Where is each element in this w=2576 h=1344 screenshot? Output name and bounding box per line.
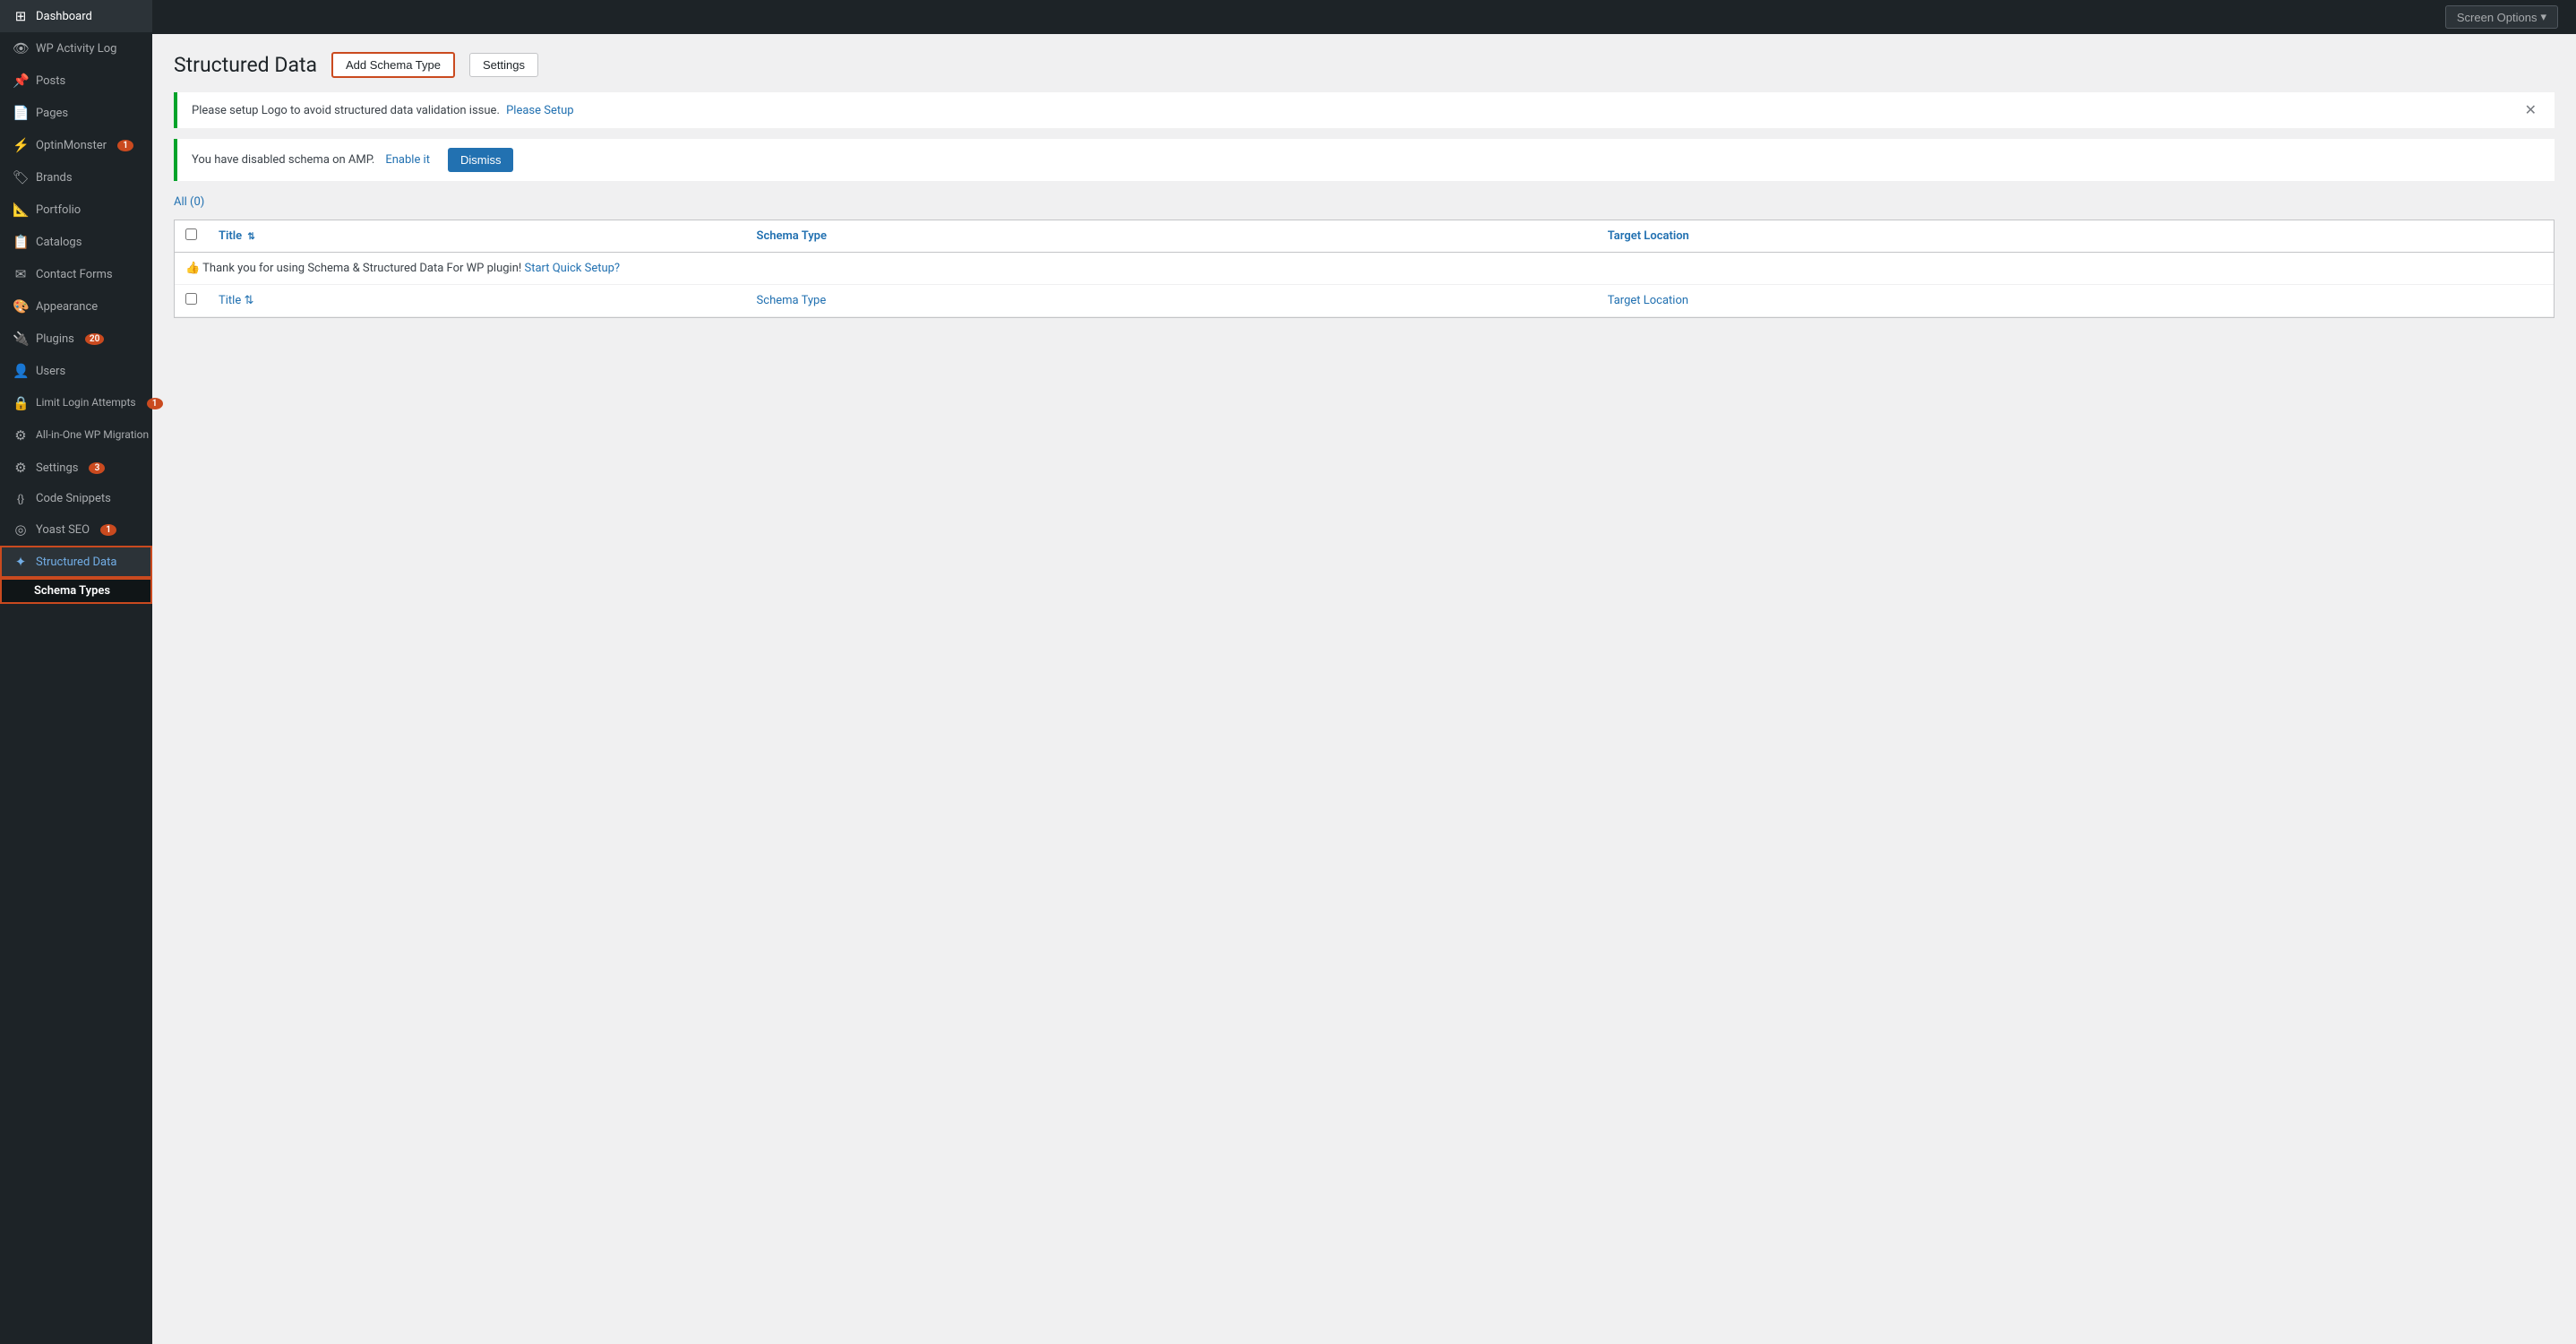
title-sort-icon: ⇅ (247, 232, 254, 242)
catalogs-icon: 📋 (13, 234, 29, 250)
schema-table: Title ⇅ Schema Type Target Location (175, 220, 2554, 317)
activity-log-icon: 👁 (13, 40, 29, 56)
select-all-checkbox[interactable] (185, 228, 197, 240)
chevron-down-icon: ▾ (2540, 10, 2546, 24)
sidebar-item-catalogs[interactable]: 📋 Catalogs (0, 226, 152, 258)
bottom-checkbox-cell (175, 285, 208, 317)
sidebar-item-contact-forms[interactable]: ✉ Contact Forms (0, 258, 152, 290)
bottom-title-sort-icon: ⇅ (244, 294, 253, 307)
screen-options-button[interactable]: Screen Options ▾ (2445, 5, 2558, 29)
sidebar-item-optinmonster[interactable]: ⚡ OptinMonster 1 (0, 129, 152, 161)
plugins-icon: 🔌 (13, 331, 29, 347)
brands-icon: 🏷 (13, 169, 29, 185)
sidebar-item-brands[interactable]: 🏷 Brands (0, 161, 152, 194)
sidebar-item-wp-activity-log[interactable]: 👁 WP Activity Log (0, 32, 152, 65)
enable-it-link[interactable]: Enable it (385, 153, 430, 167)
sidebar-item-users[interactable]: 👤 Users (0, 355, 152, 387)
logo-notice-close-button[interactable]: ✕ (2521, 101, 2540, 119)
sidebar-item-yoast-seo[interactable]: ◎ Yoast SEO 1 (0, 513, 152, 546)
please-setup-link[interactable]: Please Setup (506, 104, 574, 117)
topbar: Screen Options ▾ (152, 0, 2576, 34)
all-in-one-icon: ⚙ (13, 427, 29, 444)
sidebar-item-limit-login[interactable]: 🔒 Limit Login Attempts 1 (0, 387, 152, 419)
sidebar-item-all-in-one[interactable]: ⚙ All-in-One WP Migration (0, 419, 152, 452)
users-icon: 👤 (13, 363, 29, 379)
sidebar-item-portfolio[interactable]: 📐 Portfolio (0, 194, 152, 226)
welcome-message-cell: 👍 Thank you for using Schema & Structure… (175, 253, 2554, 285)
sidebar-item-structured-data[interactable]: ✦ Structured Data (0, 546, 152, 578)
yoast-badge: 1 (100, 524, 116, 536)
sidebar-item-settings[interactable]: ⚙ Settings 3 (0, 452, 152, 484)
sidebar-item-pages[interactable]: 📄 Pages (0, 97, 152, 129)
sidebar: ⊞ Dashboard 👁 WP Activity Log 📌 Posts 📄 … (0, 0, 152, 1344)
bottom-title-cell[interactable]: Title ⇅ (208, 285, 746, 317)
add-schema-type-button[interactable]: Add Schema Type (331, 52, 455, 78)
sidebar-subitem-schema-types[interactable]: Schema Types (0, 578, 152, 604)
bottom-select-all-checkbox[interactable] (185, 293, 197, 305)
content-area: Structured Data Add Schema Type Settings… (152, 34, 2576, 1344)
filter-all-link[interactable]: All (0) (174, 195, 204, 209)
bottom-target-location-cell: Target Location (1597, 285, 2554, 317)
settings-button[interactable]: Settings (469, 53, 538, 77)
dashboard-icon: ⊞ (13, 8, 29, 24)
optinmonster-badge: 1 (117, 140, 133, 151)
quick-setup-link[interactable]: Start Quick Setup? (524, 262, 620, 275)
welcome-message-row: 👍 Thank you for using Schema & Structure… (175, 253, 2554, 285)
thumbs-up-icon: 👍 (185, 262, 200, 275)
dismiss-button[interactable]: Dismiss (448, 148, 514, 172)
portfolio-icon: 📐 (13, 202, 29, 218)
table-header: Title ⇅ Schema Type Target Location (175, 220, 2554, 253)
sidebar-item-dashboard[interactable]: ⊞ Dashboard (0, 0, 152, 32)
amp-notice: You have disabled schema on AMP. Enable … (174, 139, 2555, 181)
code-snippets-icon: {} (13, 493, 29, 505)
settings-badge: 3 (89, 462, 105, 474)
plugins-badge: 20 (85, 333, 104, 345)
contact-forms-icon: ✉ (13, 266, 29, 282)
select-all-header (175, 220, 208, 253)
structured-data-icon: ✦ (13, 554, 29, 570)
sidebar-item-code-snippets[interactable]: {} Code Snippets (0, 484, 152, 513)
yoast-icon: ◎ (13, 521, 29, 538)
optinmonster-icon: ⚡ (13, 137, 29, 153)
table-body: 👍 Thank you for using Schema & Structure… (175, 253, 2554, 317)
limit-login-badge: 1 (147, 398, 163, 409)
table-row-bottom: Title ⇅ Schema Type Target Location (175, 285, 2554, 317)
bottom-schema-type-cell: Schema Type (746, 285, 1597, 317)
limit-login-icon: 🔒 (13, 395, 29, 411)
sidebar-item-plugins[interactable]: 🔌 Plugins 20 (0, 323, 152, 355)
data-table-wrap: Title ⇅ Schema Type Target Location (174, 220, 2555, 318)
target-location-column-header[interactable]: Target Location (1597, 220, 2554, 253)
sidebar-item-posts[interactable]: 📌 Posts (0, 65, 152, 97)
appearance-icon: 🎨 (13, 298, 29, 314)
logo-notice: Please setup Logo to avoid structured da… (174, 92, 2555, 128)
filter-bar: All (0) (174, 195, 2555, 209)
page-header: Structured Data Add Schema Type Settings (174, 52, 2555, 78)
posts-icon: 📌 (13, 73, 29, 89)
schema-type-column-header[interactable]: Schema Type (746, 220, 1597, 253)
page-title: Structured Data (174, 53, 317, 77)
title-column-header[interactable]: Title ⇅ (208, 220, 746, 253)
main-content: Screen Options ▾ Structured Data Add Sch… (152, 0, 2576, 1344)
logo-notice-text: Please setup Logo to avoid structured da… (192, 104, 574, 117)
pages-icon: 📄 (13, 105, 29, 121)
settings-icon: ⚙ (13, 460, 29, 476)
sidebar-item-appearance[interactable]: 🎨 Appearance (0, 290, 152, 323)
